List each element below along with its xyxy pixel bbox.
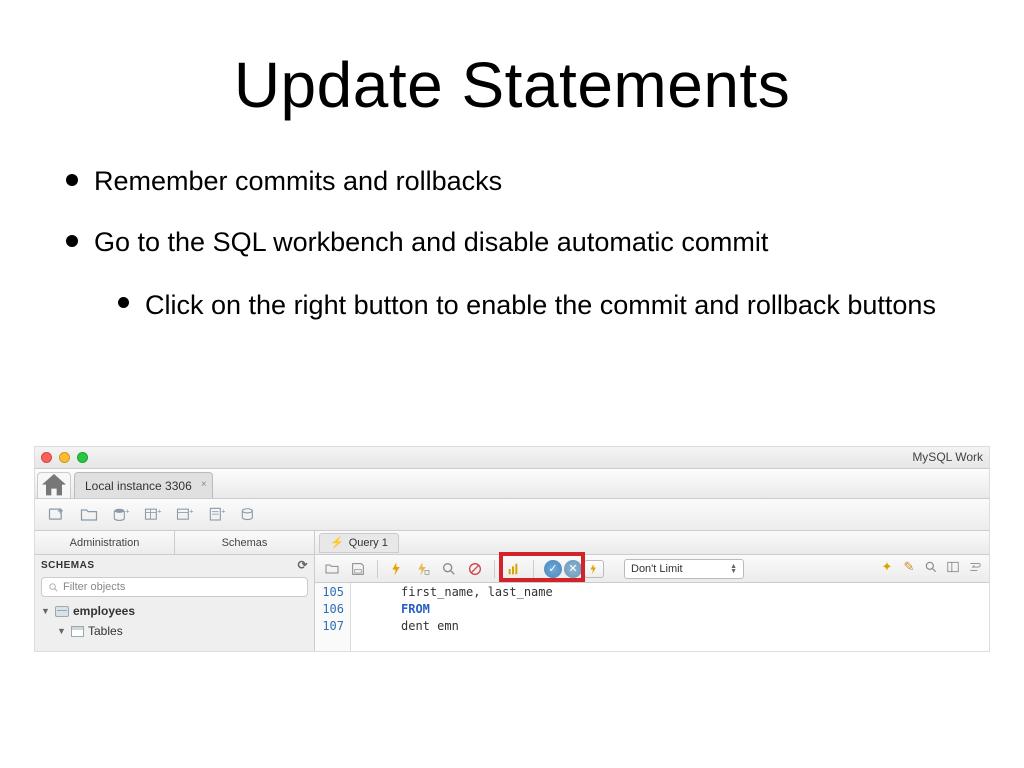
find-button[interactable]: ✎: [901, 559, 917, 575]
svg-text:+: +: [221, 506, 226, 515]
main-toolbar: + + + +: [35, 499, 989, 531]
schema-node[interactable]: ▼ employees: [41, 601, 308, 621]
tables-node[interactable]: ▼ Tables: [41, 621, 308, 641]
commit-button[interactable]: ✓: [544, 560, 562, 578]
administration-tab[interactable]: Administration: [35, 531, 175, 554]
new-table-button[interactable]: +: [137, 503, 169, 527]
expand-arrow-icon: ▼: [57, 626, 67, 636]
rollback-button[interactable]: ✕: [564, 560, 582, 578]
query-tab-label: Query 1: [349, 537, 388, 549]
stop-button[interactable]: [464, 559, 486, 579]
bullet-item: Remember commits and rollbacks: [66, 166, 984, 197]
sql-editor[interactable]: 105 106 107 first_name, last_name FROM d…: [315, 583, 989, 651]
bullet-text: Click on the right button to enable the …: [145, 288, 936, 323]
maximize-window-icon[interactable]: [77, 452, 88, 463]
workbench-screenshot: MySQL Work Local instance 3306 × + +: [34, 446, 990, 652]
toggle-panel-button[interactable]: [945, 559, 961, 575]
open-file-button[interactable]: [73, 503, 105, 527]
bullet-dot: [66, 235, 78, 247]
schemas-header: SCHEMAS ⟳: [35, 555, 314, 575]
limit-select[interactable]: Don't Limit ▲▼: [624, 559, 744, 579]
execute-button[interactable]: [386, 559, 408, 579]
execute-current-button[interactable]: [412, 559, 434, 579]
bullet-dot: [66, 174, 78, 186]
schemas-tab[interactable]: Schemas: [175, 531, 314, 554]
save-script-button[interactable]: [347, 559, 369, 579]
tables-label: Tables: [88, 624, 123, 638]
bullet-item: Go to the SQL workbench and disable auto…: [66, 227, 984, 258]
minimize-window-icon[interactable]: [59, 452, 70, 463]
svg-text:+: +: [157, 506, 162, 515]
search-icon: [48, 582, 59, 593]
new-sql-tab-button[interactable]: [41, 503, 73, 527]
home-tab[interactable]: [37, 472, 71, 498]
svg-text:+: +: [125, 506, 130, 515]
limit-label: Don't Limit: [631, 563, 683, 575]
query-stats-button[interactable]: [503, 559, 525, 579]
bullet-dot: [118, 297, 129, 308]
expand-arrow-icon: ▼: [41, 606, 51, 616]
query-toolbar: ✓ ✕ Don't Limit ▲▼ ✦ ✎: [315, 555, 989, 583]
new-procedure-button[interactable]: +: [201, 503, 233, 527]
window-titlebar: MySQL Work: [35, 447, 989, 469]
bullet-text: Go to the SQL workbench and disable auto…: [94, 227, 768, 258]
sub-bullet-item: Click on the right button to enable the …: [118, 288, 984, 323]
lightning-icon: ⚡: [330, 536, 344, 549]
query-tab[interactable]: ⚡ Query 1: [319, 533, 399, 553]
connection-tab-row: Local instance 3306 ×: [35, 469, 989, 499]
close-window-icon[interactable]: [41, 452, 52, 463]
connection-tab-label: Local instance 3306: [85, 479, 192, 493]
bullet-text: Remember commits and rollbacks: [94, 166, 502, 197]
close-tab-icon[interactable]: ×: [201, 479, 207, 490]
autocommit-toggle-button[interactable]: [584, 560, 604, 578]
line-gutter: 105 106 107: [315, 583, 351, 651]
app-title: MySQL Work: [912, 450, 983, 464]
chevron-updown-icon: ▲▼: [730, 564, 737, 574]
new-function-button[interactable]: [233, 503, 265, 527]
search-button[interactable]: [923, 559, 939, 575]
code-area[interactable]: first_name, last_name FROM dent emn: [351, 583, 553, 651]
beautify-button[interactable]: ✦: [879, 559, 895, 575]
slide-title: Update Statements: [0, 0, 1024, 122]
connection-tab[interactable]: Local instance 3306 ×: [74, 472, 213, 498]
wrap-button[interactable]: [967, 559, 983, 575]
new-view-button[interactable]: +: [169, 503, 201, 527]
home-icon: [38, 470, 70, 502]
database-icon: [55, 606, 69, 617]
open-script-button[interactable]: [321, 559, 343, 579]
navigator-panel: Administration Schemas SCHEMAS ⟳ Filter …: [35, 531, 315, 651]
schema-name: employees: [73, 604, 135, 618]
new-schema-button[interactable]: +: [105, 503, 137, 527]
schemas-label: SCHEMAS: [41, 560, 95, 571]
schema-tree: ▼ employees ▼ Tables: [35, 599, 314, 643]
tables-icon: [71, 626, 84, 637]
refresh-icon[interactable]: ⟳: [297, 558, 308, 572]
filter-input[interactable]: Filter objects: [41, 577, 308, 597]
query-panel: ⚡ Query 1: [315, 531, 989, 651]
bullet-list: Remember commits and rollbacks Go to the…: [0, 166, 1024, 323]
explain-button[interactable]: [438, 559, 460, 579]
svg-text:+: +: [189, 506, 194, 515]
filter-placeholder: Filter objects: [63, 581, 125, 593]
